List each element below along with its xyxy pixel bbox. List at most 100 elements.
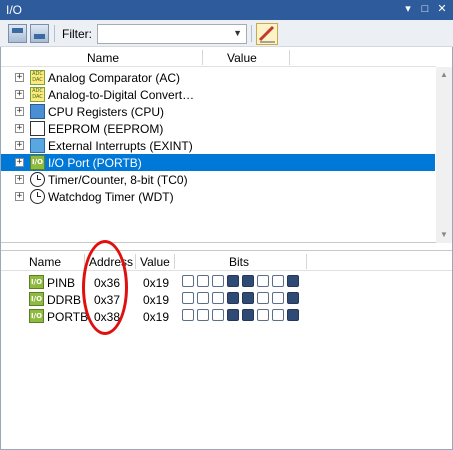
bit-toggle[interactable] — [242, 275, 254, 287]
bit-toggle[interactable] — [212, 309, 224, 321]
bit-toggle[interactable] — [257, 309, 269, 321]
expand-icon[interactable]: + — [15, 124, 24, 133]
bit-toggle[interactable] — [182, 309, 194, 321]
tree-item-label: Analog-to-Digital Convert… — [48, 88, 195, 102]
tree-item-label: Analog Comparator (AC) — [48, 71, 181, 85]
register-name: PINB — [47, 276, 76, 290]
window-title: I/O — [6, 3, 23, 17]
io-register-icon: I/O — [29, 292, 44, 306]
register-name: DDRB — [47, 293, 82, 307]
scroll-up-icon[interactable]: ▲ — [436, 67, 452, 83]
clear-filter-button[interactable] — [256, 23, 278, 45]
register-value[interactable]: 0x19 — [143, 310, 169, 324]
bit-toggle[interactable] — [287, 275, 299, 287]
tree-item-label: Watchdog Timer (WDT) — [48, 190, 174, 204]
tree-item[interactable]: + EEPROM (EEPROM) — [1, 120, 435, 137]
bit-toggle[interactable] — [197, 309, 209, 321]
bit-toggle[interactable] — [257, 292, 269, 304]
bit-toggle[interactable] — [287, 292, 299, 304]
bit-toggle[interactable] — [182, 275, 194, 287]
vertical-scrollbar[interactable]: ▲ ▼ — [436, 67, 452, 243]
tree-item-label: EEPROM (EEPROM) — [48, 122, 164, 136]
tree-item[interactable]: + Watchdog Timer (WDT) — [1, 188, 435, 205]
bit-toggle[interactable] — [197, 292, 209, 304]
register-row[interactable]: I/O PINB 0x36 0x19 — [1, 274, 452, 291]
adc-icon: ADC DAC — [30, 70, 45, 85]
bit-toggle[interactable] — [287, 309, 299, 321]
register-row[interactable]: I/O PORTB 0x38 0x19 — [1, 308, 452, 325]
column-divider[interactable] — [306, 254, 307, 269]
peripheral-tree-pane: Name Value + ADC DAC Analog Comparator (AC… — [1, 48, 452, 243]
tree-header: Name Value — [1, 48, 436, 67]
column-divider[interactable] — [84, 254, 85, 269]
split-bottom-icon[interactable] — [30, 24, 49, 43]
bit-toggle[interactable] — [272, 275, 284, 287]
maximize-icon[interactable]: □ — [418, 2, 432, 17]
interrupt-icon — [30, 138, 45, 153]
bit-toggle[interactable] — [227, 292, 239, 304]
chevron-down-icon[interactable]: ▼ — [233, 28, 242, 38]
expand-icon[interactable]: + — [15, 192, 24, 201]
register-pane: Name Address Value Bits I/O PINB 0x36 0x19 I… — [1, 250, 452, 449]
expand-icon[interactable]: + — [15, 141, 24, 150]
column-name[interactable]: Name — [29, 255, 61, 269]
close-icon[interactable]: ✕ — [435, 2, 449, 17]
window-titlebar: I/O ▾ □ ✕ — [0, 0, 453, 20]
filter-label: Filter: — [62, 27, 92, 41]
scroll-down-icon[interactable]: ▼ — [436, 227, 452, 243]
tree-item-label: CPU Registers (CPU) — [48, 105, 165, 119]
expand-icon[interactable]: + — [15, 90, 24, 99]
tree-item-label: I/O Port (PORTB) — [48, 156, 142, 170]
register-header: Name Address Value Bits — [1, 251, 452, 271]
column-value[interactable]: Value — [227, 51, 257, 65]
tree-item-label: External Interrupts (EXINT) — [48, 139, 193, 153]
tree-item[interactable]: + I/O I/O Port (PORTB) — [1, 154, 435, 171]
register-value[interactable]: 0x19 — [143, 293, 169, 307]
split-top-icon[interactable] — [8, 24, 27, 43]
column-bits[interactable]: Bits — [229, 255, 249, 269]
column-divider[interactable] — [135, 254, 136, 269]
adc-icon: ADC DAC — [30, 87, 45, 102]
dropdown-icon[interactable]: ▾ — [401, 2, 415, 17]
column-name[interactable]: Name — [87, 51, 119, 65]
tree-item[interactable]: + ADC DAC Analog Comparator (AC) — [1, 69, 435, 86]
bit-toggle[interactable] — [197, 275, 209, 287]
register-row[interactable]: I/O DDRB 0x37 0x19 — [1, 291, 452, 308]
bit-toggle[interactable] — [242, 309, 254, 321]
io-port-icon: I/O — [30, 155, 45, 170]
toolbar-separator — [251, 25, 252, 42]
cpu-icon — [30, 104, 45, 119]
bit-toggle[interactable] — [182, 292, 194, 304]
bit-toggle[interactable] — [227, 275, 239, 287]
tree-item[interactable]: + ADC DAC Analog-to-Digital Convert… — [1, 86, 435, 103]
bit-toggle[interactable] — [257, 275, 269, 287]
bit-toggle[interactable] — [242, 292, 254, 304]
column-address[interactable]: Address — [89, 255, 133, 269]
bit-toggle[interactable] — [227, 309, 239, 321]
tree-item[interactable]: + External Interrupts (EXINT) — [1, 137, 435, 154]
register-name: PORTB — [47, 310, 89, 324]
expand-icon[interactable]: + — [15, 73, 24, 82]
bit-toggle[interactable] — [212, 292, 224, 304]
tree-item[interactable]: + Timer/Counter, 8-bit (TC0) — [1, 171, 435, 188]
clock-icon — [30, 172, 45, 187]
io-register-icon: I/O — [29, 309, 44, 323]
column-divider[interactable] — [202, 50, 203, 65]
clock-icon — [30, 189, 45, 204]
eeprom-icon — [30, 121, 45, 136]
column-divider[interactable] — [289, 50, 290, 65]
filter-input[interactable]: ▼ — [97, 24, 247, 44]
tree-item[interactable]: + CPU Registers (CPU) — [1, 103, 435, 120]
column-divider[interactable] — [174, 254, 175, 269]
bit-toggle[interactable] — [212, 275, 224, 287]
register-value[interactable]: 0x19 — [143, 276, 169, 290]
bit-toggle[interactable] — [272, 292, 284, 304]
bit-toggle[interactable] — [272, 309, 284, 321]
column-value[interactable]: Value — [140, 255, 170, 269]
eraser-icon — [258, 25, 275, 43]
tree-item-label: Timer/Counter, 8-bit (TC0) — [48, 173, 188, 187]
expand-icon[interactable]: + — [15, 107, 24, 116]
register-address: 0x38 — [94, 310, 121, 324]
expand-icon[interactable]: + — [15, 175, 24, 184]
expand-icon[interactable]: + — [15, 158, 24, 167]
